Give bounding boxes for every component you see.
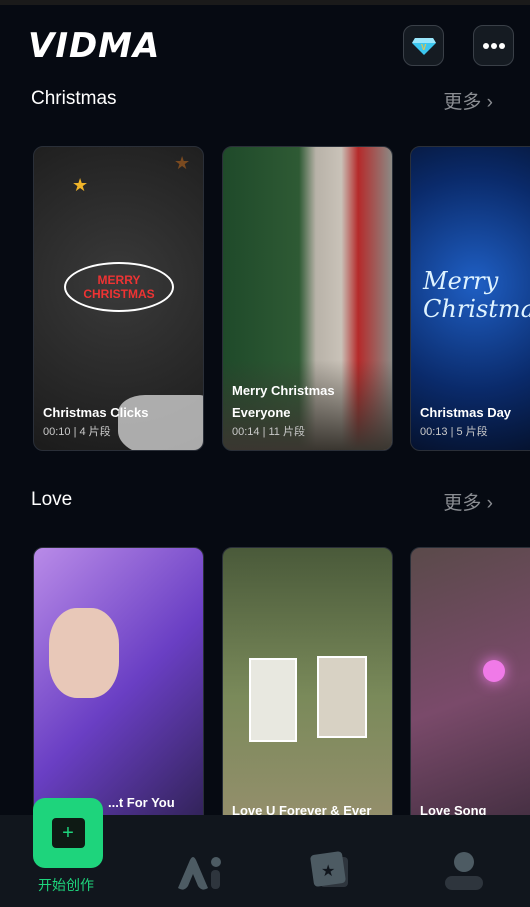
card-photo [317,656,367,738]
template-card[interactable]: ...t For You [33,547,204,815]
create-label: 开始创作 [38,877,94,893]
svg-text:★: ★ [321,863,335,880]
card-title: Merry Christmas Everyone [232,383,335,420]
card-title: Love U Forever & Ever [232,803,372,815]
card-meta: 00:10 | 4 片段 [43,426,111,438]
card-meta: 00:13 | 5 片段 [420,426,488,438]
template-card[interactable]: Love U Forever & Ever [222,547,393,815]
card-photo [249,658,297,742]
heart-glow [483,660,505,682]
christmas-more-link[interactable]: 更多 › [443,87,493,114]
svg-text:V: V [421,43,427,52]
template-card[interactable]: Love Song [410,547,530,815]
templates-icon: ★ [310,851,348,887]
nav-profile[interactable] [434,850,494,894]
status-strip [0,0,530,5]
card-title: ...t For You [108,795,175,810]
ellipsis-icon [482,42,505,49]
more-options-button[interactable] [473,25,514,66]
star-icon: ★ [174,153,191,173]
card-artwork-text: MERRY CHRISTMAS [64,262,174,312]
love-more-link[interactable]: 更多 › [443,488,493,515]
card-meta: 00:14 | 11 片段 [232,426,305,438]
card-title: Christmas Clicks [43,405,149,420]
love-row: ...t For You Love U Forever & Ever Love … [0,547,530,815]
ai-icon [178,857,221,890]
nav-templates[interactable]: ★ [300,848,360,892]
diamond-icon: V [411,37,436,55]
create-button[interactable]: + [33,798,103,868]
template-card[interactable]: Merry Christmas Christmas Day 00:13 | 5 … [410,146,530,451]
star-icon: ★ [72,175,89,195]
card-artwork-text: Merry Christmas [423,267,530,323]
card-photo [49,608,119,698]
template-card[interactable]: MERRY CHRISTMAS ★ ★ Christmas Clicks 00:… [33,146,204,451]
profile-icon [445,852,483,890]
section-title-christmas: Christmas [31,88,117,109]
christmas-row: MERRY CHRISTMAS ★ ★ Christmas Clicks 00:… [0,146,530,452]
plus-icon: + [51,818,85,848]
section-title-love: Love [31,489,73,510]
nav-ai[interactable] [170,850,230,894]
card-title: Love Song [420,803,487,815]
app-logo: VIDMA [28,26,161,66]
premium-button[interactable]: V [403,25,444,66]
card-title: Christmas Day [420,405,512,420]
template-card[interactable]: Merry Christmas Everyone 00:14 | 11 片段 [222,146,393,451]
